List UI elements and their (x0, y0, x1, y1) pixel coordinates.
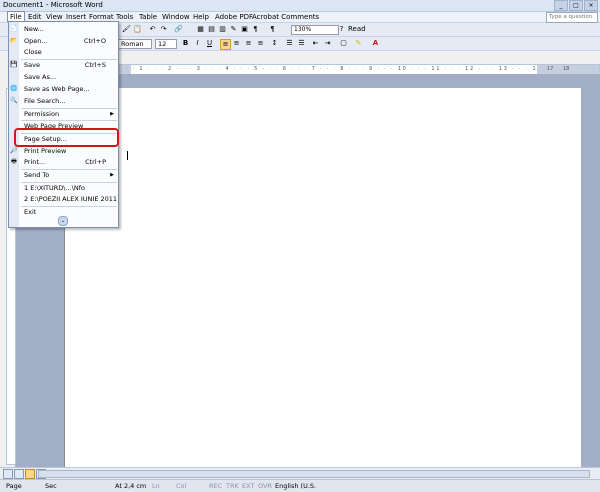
menu-acrobat-comments[interactable]: Acrobat Comments (250, 12, 321, 22)
zoom-select[interactable]: 130% (291, 25, 339, 35)
justify-icon[interactable]: ≡ (256, 39, 265, 48)
excel-icon[interactable]: ▤ (207, 25, 216, 34)
web-layout-button[interactable] (14, 469, 24, 479)
submenu-arrow-icon: ▶ (110, 111, 114, 117)
document-page[interactable] (64, 88, 581, 468)
redo-icon[interactable]: ↷ (159, 25, 168, 34)
help-icon[interactable]: ? (337, 25, 346, 34)
decrease-indent-icon[interactable]: ⇤ (311, 39, 320, 48)
ruler-ticks: · · · 1 · · · 2 · · · 3 · · · 4 · · · 5 … (119, 66, 599, 72)
scroll-thumb[interactable] (38, 470, 590, 478)
horizontal-scrollbar[interactable] (0, 467, 600, 479)
file-menu-new[interactable]: 📄 New... (9, 24, 118, 35)
font-name-select[interactable]: Roman (118, 39, 152, 49)
bold-button[interactable]: B (181, 39, 190, 48)
print-layout-button[interactable] (25, 469, 35, 479)
status-bar: Page Sec At 2,4 cm Ln Col REC TRK EXT OV… (0, 479, 600, 492)
maximize-button[interactable]: □ (569, 0, 583, 11)
status-ln: Ln (152, 482, 160, 490)
status-ovr[interactable]: OVR (258, 482, 272, 490)
file-menu-save-as-web-page[interactable]: 🌐 Save as Web Page... (9, 84, 118, 95)
open-folder-icon: 📂 (10, 37, 18, 44)
pilcrow-icon[interactable]: ¶ (268, 25, 277, 34)
format-painter-icon[interactable]: 🖌 (122, 25, 131, 34)
help-search-input[interactable]: Type a question for help (546, 12, 598, 29)
file-menu-save-as[interactable]: Save As... (9, 72, 118, 83)
table-icon[interactable]: ▦ (196, 25, 205, 34)
read-button[interactable]: Read (348, 24, 366, 35)
show-formatting-icon[interactable]: ¶ (251, 25, 260, 34)
submenu-arrow-icon: ▶ (110, 172, 114, 178)
file-menu-print-preview[interactable]: 🔎 Print Preview (9, 146, 118, 157)
normal-view-button[interactable] (3, 469, 13, 479)
status-sec: Sec (45, 482, 57, 490)
columns-icon[interactable]: ▥ (218, 25, 227, 34)
status-col: Col (176, 482, 187, 490)
print-preview-icon: 🔎 (10, 147, 18, 154)
align-center-icon[interactable]: ≡ (232, 39, 241, 48)
file-menu-open[interactable]: 📂 Open... Ctrl+O (9, 36, 118, 47)
window-title: Document1 - Microsoft Word (3, 1, 103, 9)
text-cursor (127, 151, 128, 160)
menu-table[interactable]: Table (137, 12, 159, 22)
page-setup-highlight (14, 128, 119, 147)
status-language: English (U.S. (275, 482, 317, 490)
status-at: At 2,4 cm (115, 482, 147, 490)
window-controls: _ □ × (554, 0, 598, 11)
menu-adobe-pdf[interactable]: Adobe PDF (213, 12, 255, 22)
document-map-icon[interactable]: ▣ (240, 25, 249, 34)
ruler-number-17: 17 (547, 66, 554, 72)
border-icon[interactable]: ▢ (339, 39, 348, 48)
save-icon: 💾 (10, 61, 18, 68)
web-page-icon: 🌐 (10, 85, 18, 92)
numbering-icon[interactable]: ☰ (285, 39, 294, 48)
italic-button[interactable]: I (193, 39, 202, 48)
file-menu-print[interactable]: 🖶 Print... Ctrl+P (9, 157, 118, 168)
title-bar: Document1 - Microsoft Word _ □ × (0, 0, 600, 12)
file-menu-recent-2[interactable]: 2 E:\POEZII ALEX IUNIE 2011 (9, 194, 118, 205)
status-ext[interactable]: EXT (242, 482, 254, 490)
status-trk[interactable]: TRK (226, 482, 239, 490)
minimize-button[interactable]: _ (554, 0, 568, 11)
align-right-icon[interactable]: ≡ (244, 39, 253, 48)
file-menu-save[interactable]: 💾 Save Ctrl+S (9, 60, 118, 71)
drawing-icon[interactable]: ✎ (229, 25, 238, 34)
underline-button[interactable]: U (205, 39, 214, 48)
increase-indent-icon[interactable]: ⇥ (323, 39, 332, 48)
file-search-icon: 🔍 (10, 97, 18, 104)
file-menu-file-search[interactable]: 🔍 File Search... (9, 96, 118, 107)
highlight-icon[interactable]: ✎ (354, 39, 363, 48)
hyperlink-icon[interactable]: 🔗 (174, 25, 183, 34)
close-window-button[interactable]: × (584, 0, 598, 11)
new-document-icon: 📄 (10, 25, 18, 32)
status-rec[interactable]: REC (209, 482, 222, 490)
bullets-icon[interactable]: ☰ (297, 39, 306, 48)
menu-expand-chevron-icon[interactable]: ⌄ (58, 216, 68, 226)
undo-icon[interactable]: ↶ (148, 25, 157, 34)
menu-help[interactable]: Help (191, 12, 211, 22)
paste-icon[interactable]: 📋 (133, 25, 142, 34)
font-color-button[interactable]: A (371, 39, 380, 48)
file-menu-permission[interactable]: Permission ▶ (9, 109, 118, 120)
file-menu-close[interactable]: Close (9, 47, 118, 58)
file-menu-dropdown: 📄 New... 📂 Open... Ctrl+O Close 💾 Save C… (8, 21, 119, 228)
align-left-icon[interactable]: ≡ (220, 39, 231, 50)
file-menu-recent-1[interactable]: 1 E:\XITURD\...\Nfo (9, 183, 118, 194)
file-menu-send-to[interactable]: Send To ▶ (9, 170, 118, 181)
printer-icon: 🖶 (11, 158, 17, 165)
ruler-number-18: 18 (563, 66, 570, 72)
status-page: Page (6, 482, 22, 490)
menu-window[interactable]: Window (160, 12, 192, 22)
line-spacing-icon[interactable]: ↕ (270, 39, 279, 48)
font-size-select[interactable]: 12 (155, 39, 177, 49)
